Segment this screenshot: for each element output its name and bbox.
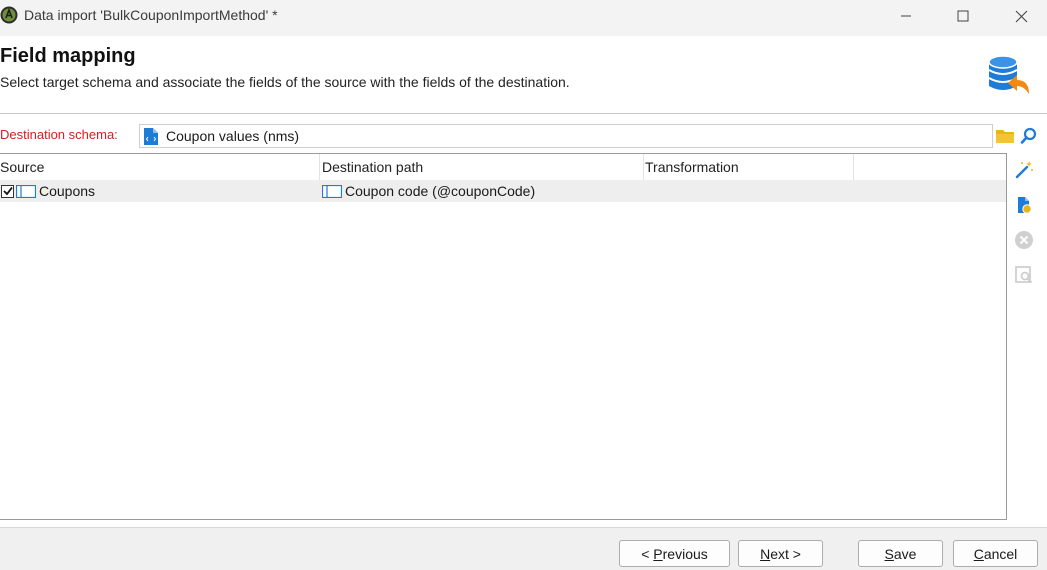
title-bar: Data import 'BulkCouponImportMethod' *: [0, 0, 1047, 36]
wizard-footer: < Previous Next > Save Cancel: [0, 528, 1047, 570]
minimize-button[interactable]: [877, 0, 935, 32]
cancel-accel: C: [973, 545, 984, 562]
source-value: Coupons: [39, 183, 96, 199]
maximize-button[interactable]: [934, 0, 992, 32]
minimize-icon: [901, 15, 911, 17]
save-button[interactable]: Save: [858, 540, 943, 567]
schema-document-icon: [144, 128, 158, 145]
magic-wand-icon: [1015, 161, 1033, 179]
add-mapping-icon: [1018, 197, 1032, 214]
save-rest: ave: [893, 545, 917, 562]
preview-button[interactable]: [1013, 264, 1035, 286]
destination-schema-label: Destination schema:: [0, 127, 118, 142]
close-icon: [1015, 10, 1027, 22]
auto-map-button[interactable]: [1013, 159, 1035, 181]
destination-cell: Coupon code (@couponCode): [322, 180, 644, 202]
maximize-icon: [957, 10, 969, 22]
next-accel: N: [760, 545, 771, 562]
database-import-icon: [988, 55, 1029, 94]
page-subtitle: Select target schema and associate the f…: [0, 74, 570, 90]
table-node-icon: [16, 184, 36, 198]
delete-mapping-button[interactable]: [1013, 229, 1035, 251]
preview-icon: [1015, 266, 1033, 284]
grid-header: Source Destination path Transformation: [0, 154, 1006, 180]
destination-schema-value: Coupon values (nms): [166, 128, 300, 144]
column-transformation[interactable]: Transformation: [645, 154, 854, 180]
search-button[interactable]: [1020, 127, 1038, 145]
cancel-rest: ancel: [983, 545, 1018, 562]
row-checkbox[interactable]: [1, 184, 14, 198]
table-row[interactable]: Coupons Coupon code (@couponCode): [0, 180, 1006, 202]
column-extra: [855, 154, 1006, 180]
source-cell: Coupons: [1, 180, 319, 202]
header-divider: [0, 113, 1047, 114]
cancel-button[interactable]: Cancel: [953, 540, 1038, 567]
wizard-header: Field mapping Select target schema and a…: [0, 36, 1047, 114]
folder-icon: [996, 130, 1014, 143]
add-mapping-button[interactable]: [1013, 194, 1035, 216]
window-title: Data import 'BulkCouponImportMethod' *: [24, 7, 278, 23]
delete-icon: [1015, 231, 1033, 249]
field-mapping-grid[interactable]: Source Destination path Transformation C…: [0, 153, 1007, 520]
previous-button[interactable]: < Previous: [619, 540, 730, 567]
previous-rest: revious: [662, 545, 708, 562]
column-destination-path[interactable]: Destination path: [322, 154, 644, 180]
page-title: Field mapping: [0, 45, 136, 67]
transformation-cell: [645, 180, 854, 202]
field-node-icon: [322, 184, 342, 198]
search-icon: [1020, 127, 1037, 144]
folder-browse-button[interactable]: [996, 128, 1014, 144]
destination-value: Coupon code (@couponCode): [345, 183, 536, 199]
column-source[interactable]: Source: [0, 154, 320, 180]
previous-accel: P: [653, 545, 663, 562]
save-accel: S: [884, 545, 894, 562]
next-rest: ext >: [770, 545, 801, 562]
adobe-campaign-icon: [0, 6, 18, 24]
destination-schema-field[interactable]: Coupon values (nms): [139, 124, 993, 148]
previous-prefix: <: [641, 545, 654, 562]
checkmark-icon: [2, 186, 13, 196]
next-button[interactable]: Next >: [738, 540, 823, 567]
close-button[interactable]: [992, 0, 1047, 32]
